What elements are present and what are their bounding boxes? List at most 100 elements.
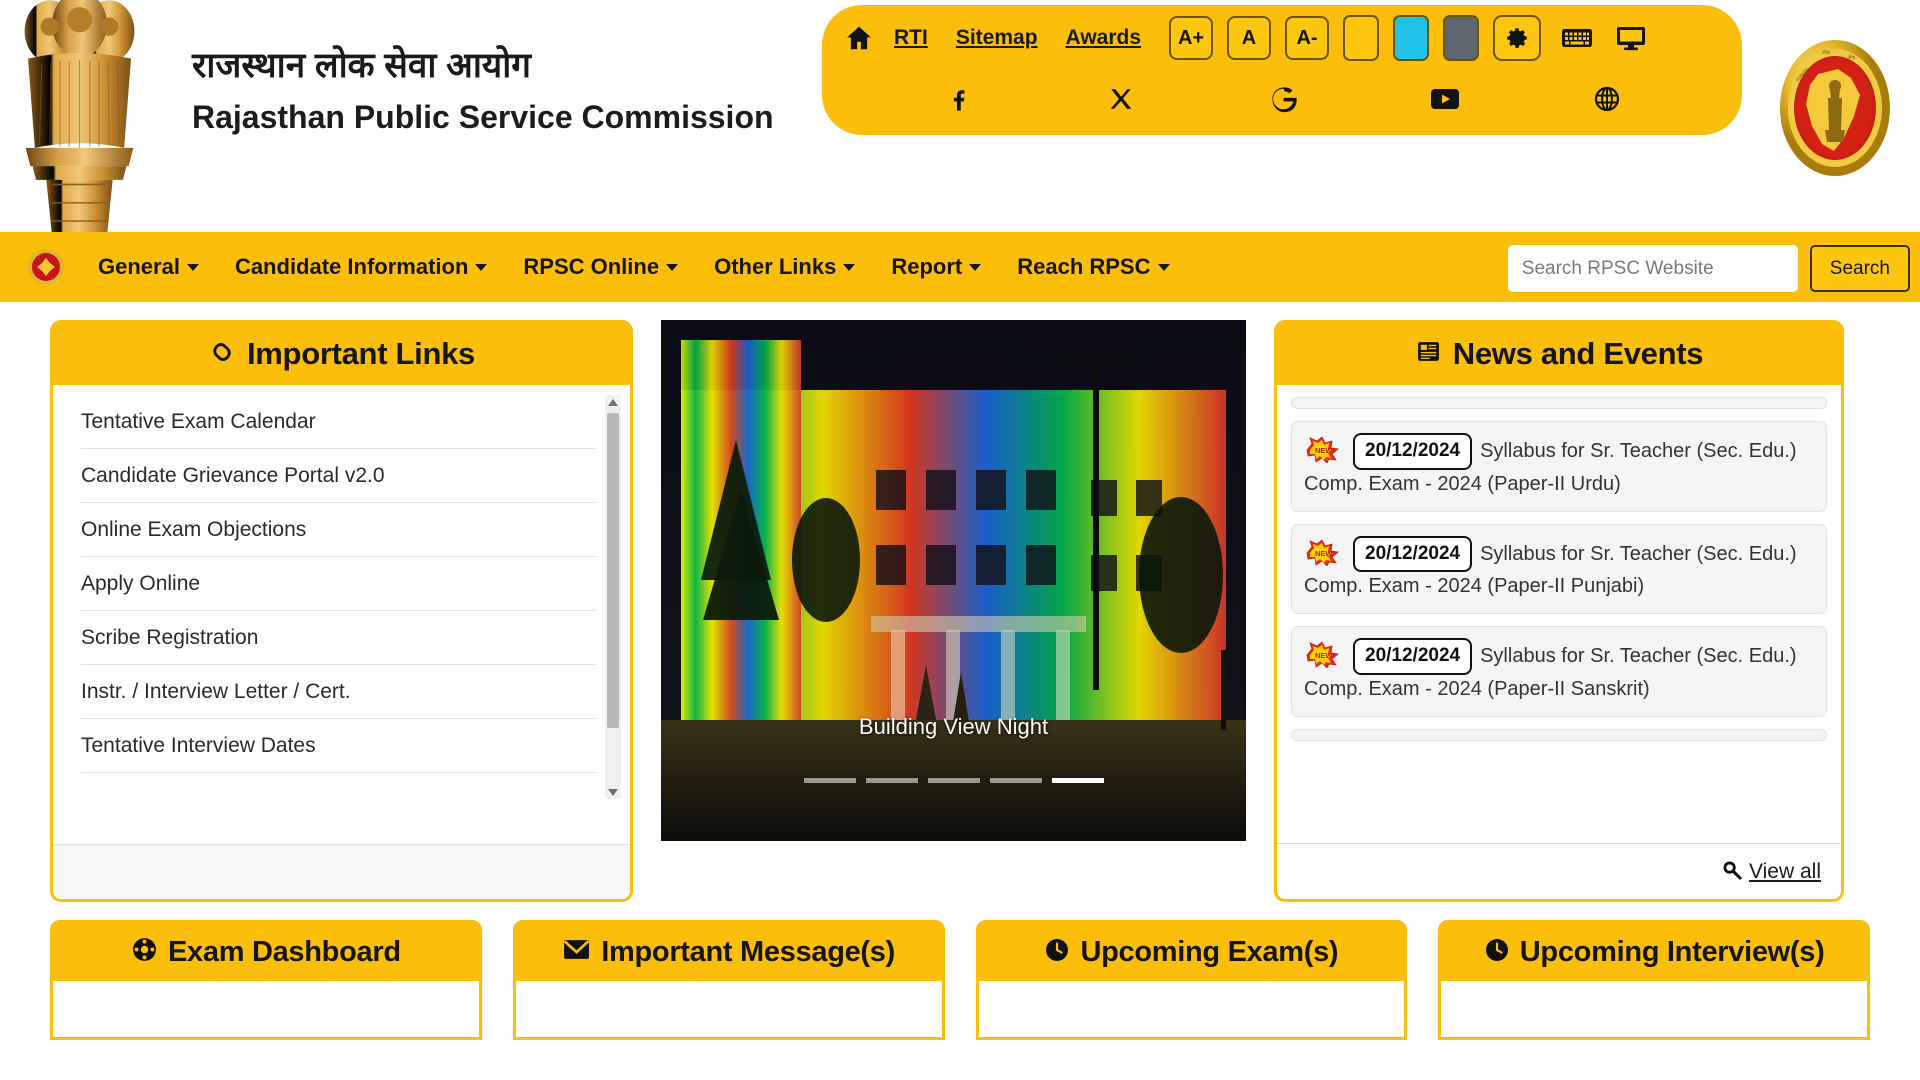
chevron-down-icon	[1158, 264, 1170, 271]
chevron-down-icon	[187, 264, 199, 271]
monitor-icon[interactable]	[1611, 18, 1651, 58]
theme-yellow-swatch[interactable]	[1343, 15, 1379, 61]
list-item[interactable]: Online Exam Objections	[81, 503, 596, 557]
card-body	[53, 981, 479, 1040]
rpsc-emblem: राजस्थान लोक सेवा आयोग	[1778, 38, 1892, 178]
toolbar-link-awards[interactable]: Awards	[1066, 26, 1141, 50]
card-title: Upcoming Interview(s)	[1520, 936, 1825, 969]
carousel-indicators	[661, 778, 1246, 783]
important-links-header: Important Links	[53, 323, 630, 385]
site-title-block: राजस्थान लोक सेवा आयोग Rajasthan Public …	[192, 44, 774, 136]
scroll-up-arrow-icon[interactable]	[605, 395, 621, 409]
list-item[interactable]: Tentative Exam Calendar	[81, 395, 596, 449]
theme-gray-swatch[interactable]	[1443, 15, 1479, 61]
nav-item-candidate-information[interactable]: Candidate Information	[235, 254, 487, 280]
nav-label: General	[98, 254, 180, 280]
important-links-body: Tentative Exam Calendar Candidate Grieva…	[53, 385, 630, 844]
toolbar-link-sitemap[interactable]: Sitemap	[956, 26, 1038, 50]
nav-label: Other Links	[714, 254, 836, 280]
theme-cyan-swatch[interactable]	[1393, 15, 1429, 61]
google-icon[interactable]	[1256, 78, 1310, 120]
svg-text:NEW!: NEW!	[1315, 651, 1335, 660]
news-and-events-header: News and Events	[1277, 323, 1841, 385]
search-button[interactable]: Search	[1810, 245, 1910, 292]
dashboard-cards-row: Exam Dashboard Important Message(s)	[0, 902, 1920, 1040]
card-title: Upcoming Exam(s)	[1080, 936, 1338, 969]
nav-item-report[interactable]: Report	[891, 254, 981, 280]
gear-icon[interactable]	[1493, 15, 1541, 61]
card-body	[1441, 981, 1867, 1040]
site-title-hindi: राजस्थान लोक सेवा आयोग	[192, 44, 774, 88]
carousel-dot-5[interactable]	[1052, 778, 1104, 783]
view-all-link[interactable]: View all	[1749, 860, 1821, 884]
card-body	[516, 981, 942, 1040]
nav-label: Report	[891, 254, 962, 280]
social-links-row	[822, 71, 1742, 127]
news-and-events-panel: News and Events NEW! 20/12/2024Syllabus …	[1274, 320, 1844, 902]
font-decrease-button[interactable]: A-	[1285, 16, 1329, 60]
carousel-dot-2[interactable]	[866, 778, 918, 783]
news-item[interactable]: NEW! 20/12/2024Syllabus for Sr. Teacher …	[1291, 524, 1827, 615]
globe-icon[interactable]	[1580, 78, 1634, 120]
image-carousel[interactable]: Building View Night	[661, 320, 1246, 841]
news-item-partial[interactable]	[1291, 397, 1827, 409]
svg-text:NEW!: NEW!	[1315, 549, 1335, 558]
news-list: NEW! 20/12/2024Syllabus for Sr. Teacher …	[1277, 385, 1841, 843]
envelope-icon	[562, 937, 591, 967]
scrollbar-thumb[interactable]	[607, 413, 619, 728]
chevron-down-icon	[969, 264, 981, 271]
news-item-partial[interactable]	[1291, 729, 1827, 741]
card-important-messages[interactable]: Important Message(s)	[513, 920, 945, 1040]
carousel-dot-4[interactable]	[990, 778, 1042, 783]
list-item[interactable]: Tentative Interview Dates	[81, 719, 596, 773]
news-item[interactable]: NEW! 20/12/2024Syllabus for Sr. Teacher …	[1291, 421, 1827, 512]
dashboard-gauge-icon	[131, 936, 158, 968]
search-magnifier-icon	[1721, 859, 1742, 885]
keyboard-icon[interactable]	[1557, 18, 1597, 58]
list-item[interactable]: Scribe Registration	[81, 611, 596, 665]
list-item[interactable]: Apply Online	[81, 557, 596, 611]
news-and-events-title: News and Events	[1453, 336, 1703, 372]
card-upcoming-interviews[interactable]: Upcoming Interview(s)	[1438, 920, 1870, 1040]
nav-item-other-links[interactable]: Other Links	[714, 254, 855, 280]
youtube-icon[interactable]	[1418, 78, 1472, 120]
nav-item-general[interactable]: General	[98, 254, 199, 280]
clock-icon	[1044, 937, 1070, 968]
card-header: Upcoming Exam(s)	[979, 923, 1405, 981]
news-item[interactable]: NEW! 20/12/2024Syllabus for Sr. Teacher …	[1291, 626, 1827, 717]
facebook-icon[interactable]	[932, 78, 986, 120]
news-date: 20/12/2024	[1353, 536, 1472, 573]
list-item[interactable]: Instr. / Interview Letter / Cert.	[81, 665, 596, 719]
card-exam-dashboard[interactable]: Exam Dashboard	[50, 920, 482, 1040]
site-search: Search	[1508, 245, 1910, 292]
x-twitter-icon[interactable]	[1094, 78, 1148, 120]
chevron-down-icon	[475, 264, 487, 271]
carousel-dot-1[interactable]	[804, 778, 856, 783]
important-links-scrollbar[interactable]	[605, 395, 621, 799]
svg-text:सेवा: सेवा	[1848, 54, 1856, 61]
nav-item-reach-rpsc[interactable]: Reach RPSC	[1017, 254, 1169, 280]
card-body	[979, 981, 1405, 1040]
news-footer: View all	[1277, 843, 1841, 899]
font-increase-button[interactable]: A+	[1169, 16, 1213, 60]
news-date: 20/12/2024	[1353, 638, 1472, 675]
site-title-english: Rajasthan Public Service Commission	[192, 98, 774, 136]
important-links-list: Tentative Exam Calendar Candidate Grieva…	[53, 395, 630, 799]
accessibility-toolbar: RTI Sitemap Awards A+ A A-	[822, 5, 1742, 135]
list-item[interactable]: Candidate Grievance Portal v2.0	[81, 449, 596, 503]
home-icon[interactable]	[842, 23, 876, 53]
toolbar-link-rti[interactable]: RTI	[894, 26, 928, 50]
nav-item-rpsc-online[interactable]: RPSC Online	[523, 254, 678, 280]
scroll-down-arrow-icon[interactable]	[605, 785, 621, 799]
card-header: Important Message(s)	[516, 923, 942, 981]
ashoka-pillar-emblem	[12, 0, 147, 225]
new-badge-icon: NEW!	[1304, 642, 1346, 668]
svg-text:लोक: लोक	[1822, 49, 1831, 56]
card-title: Exam Dashboard	[168, 936, 401, 969]
carousel-dot-3[interactable]	[928, 778, 980, 783]
search-input[interactable]	[1508, 245, 1798, 292]
font-normal-button[interactable]: A	[1227, 16, 1271, 60]
rpsc-nav-logo[interactable]	[26, 247, 66, 287]
nav-label: Candidate Information	[235, 254, 468, 280]
card-upcoming-exams[interactable]: Upcoming Exam(s)	[976, 920, 1408, 1040]
